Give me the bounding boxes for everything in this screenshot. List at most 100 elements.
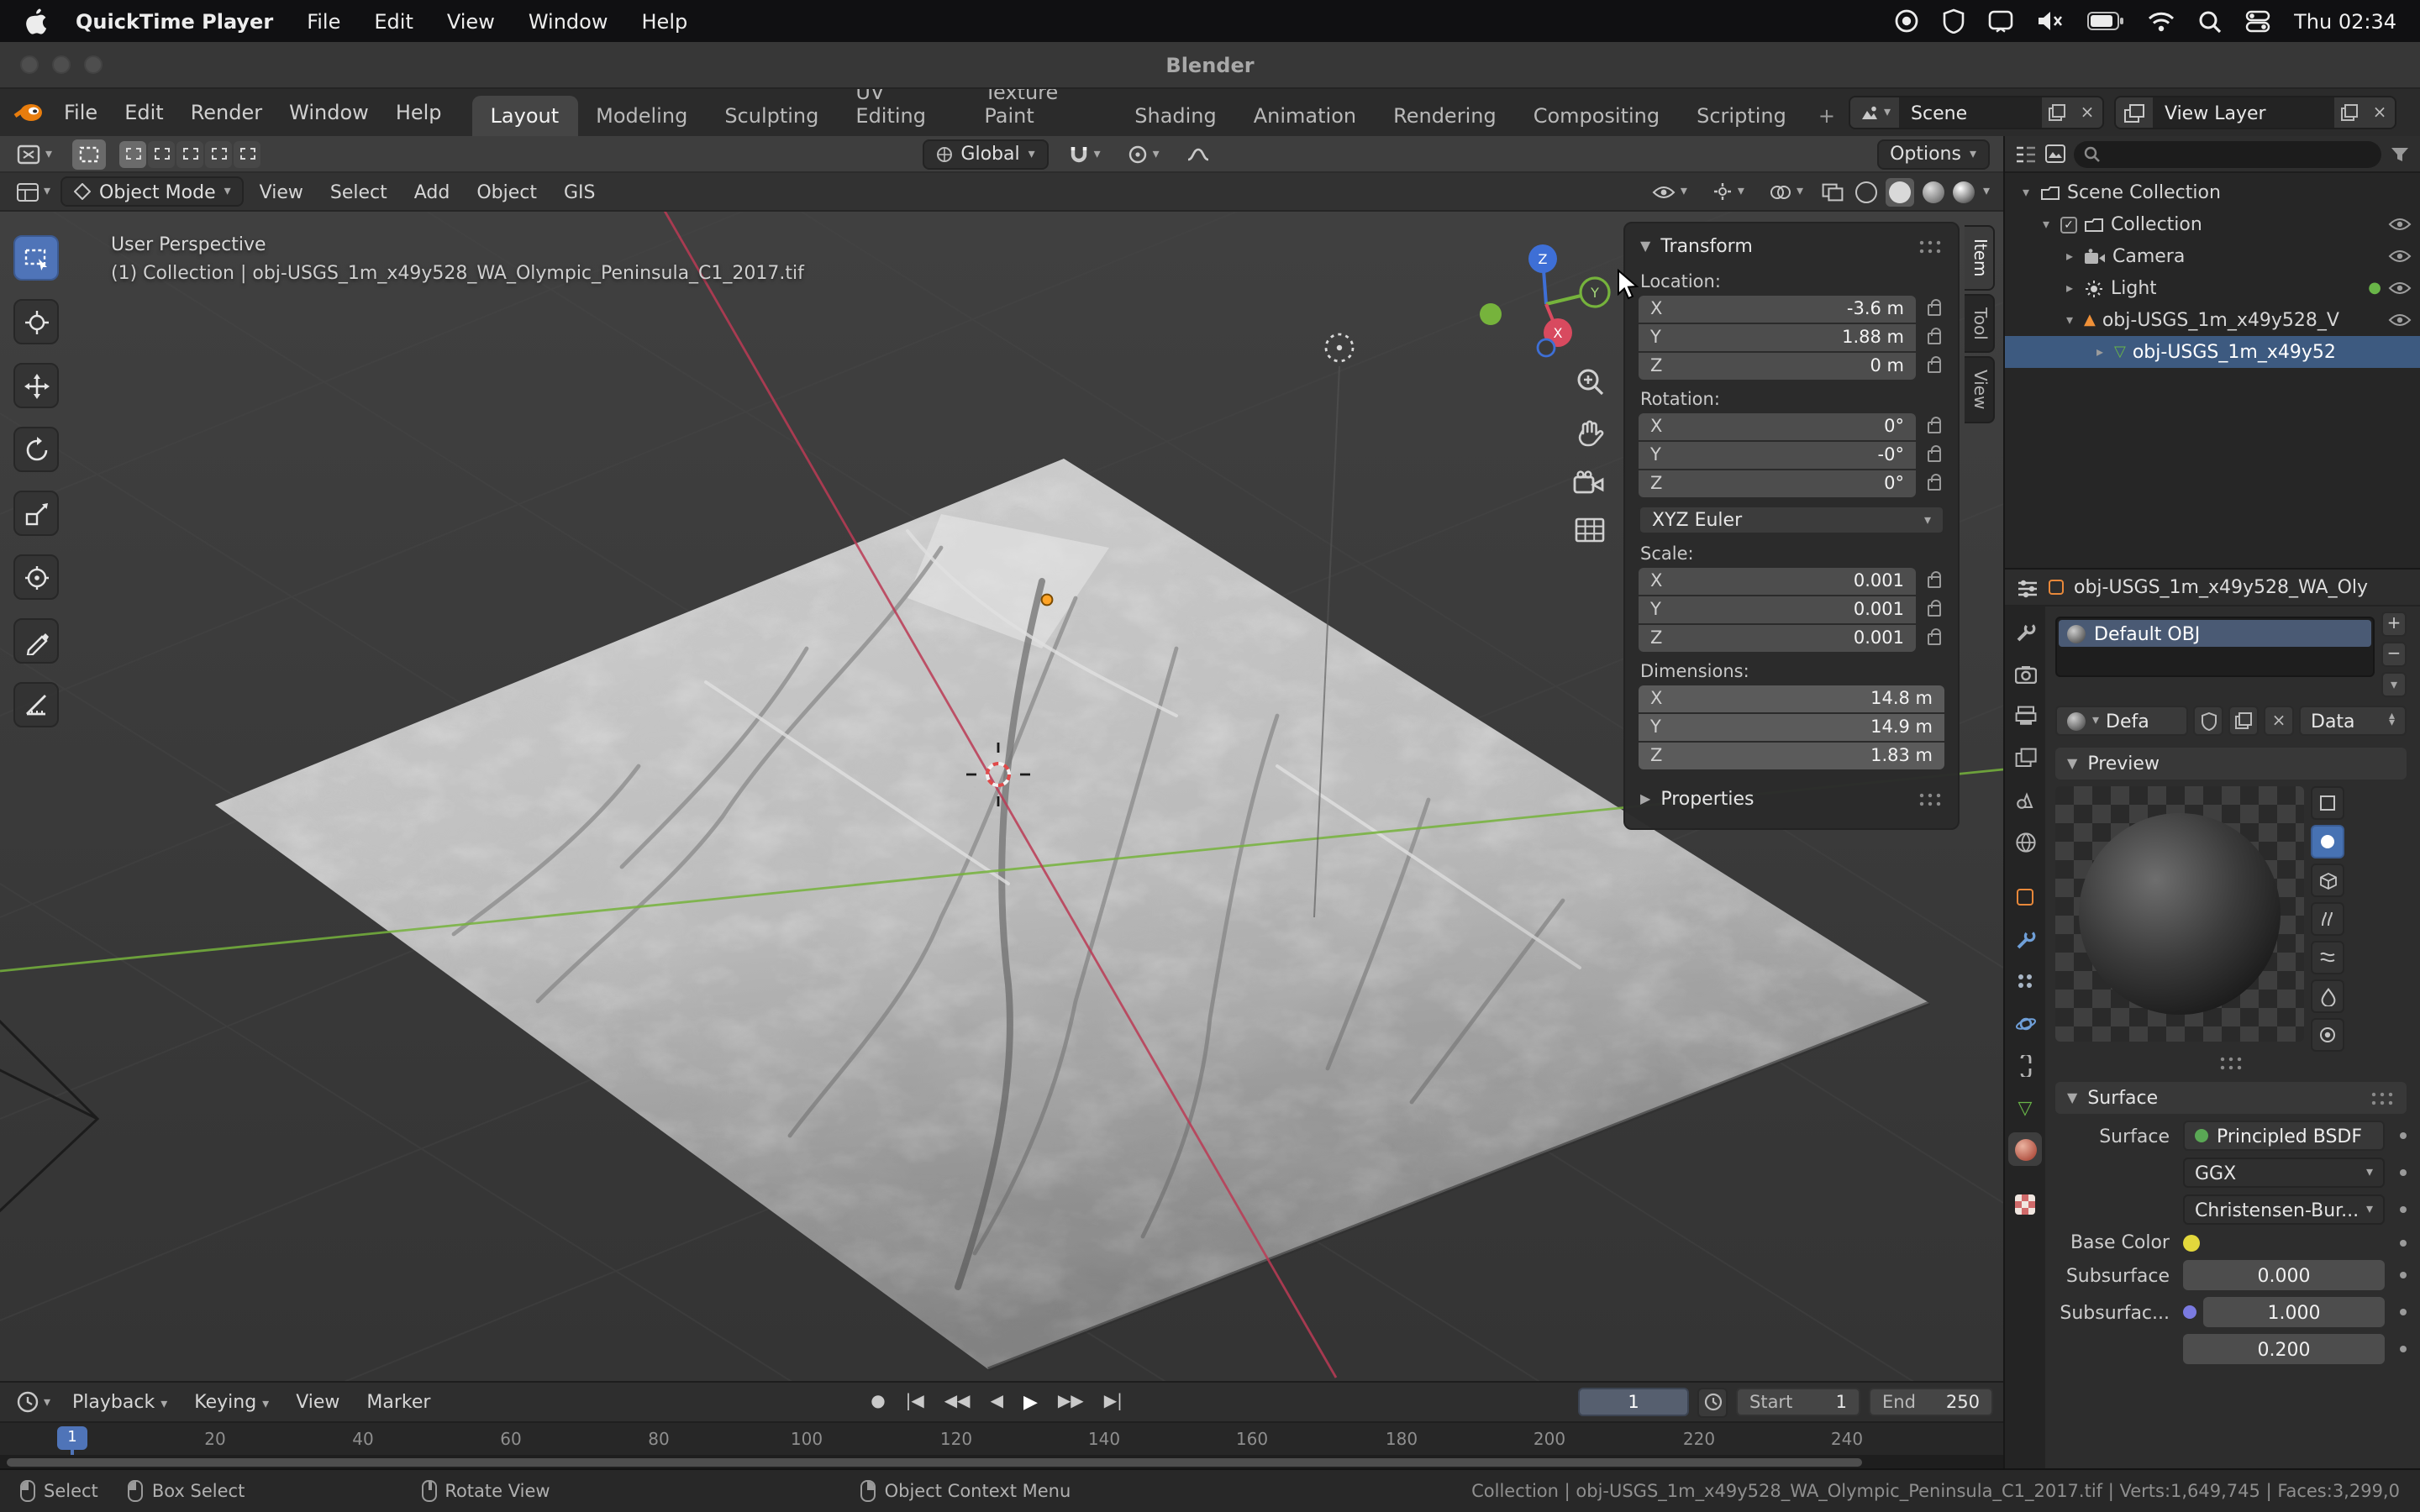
transform-tool[interactable] bbox=[13, 554, 59, 600]
browse-material-button[interactable]: ▾ Defa bbox=[2055, 706, 2188, 736]
new-material-copy-icon[interactable] bbox=[2228, 706, 2259, 736]
select-mode-invert[interactable] bbox=[205, 140, 232, 167]
timeline-ruler[interactable]: 1 20 40 60 80 100 120 140 160 180 200 22… bbox=[0, 1421, 2003, 1455]
hide-mesh-eye-icon[interactable] bbox=[2388, 312, 2412, 328]
end-frame-field[interactable]: End250 bbox=[1869, 1388, 1993, 1416]
surface-shader-button[interactable]: Principled BSDF bbox=[2183, 1121, 2385, 1151]
keyframe-dot[interactable] bbox=[2400, 1272, 2407, 1278]
viewport-3d[interactable]: User Perspective (1) Collection | obj-US… bbox=[0, 212, 2003, 1381]
move-tool[interactable] bbox=[13, 363, 59, 408]
lock-location-y-icon[interactable] bbox=[1928, 332, 1941, 344]
rotation-z-field[interactable]: Z0° bbox=[1639, 470, 1916, 497]
lock-scale-x-icon[interactable] bbox=[1928, 575, 1941, 587]
menubar-edit[interactable]: Edit bbox=[357, 9, 430, 33]
prev-keyframe-button[interactable]: ◀◀ bbox=[944, 1393, 971, 1411]
timeline-scrollbar-thumb[interactable] bbox=[7, 1457, 1862, 1466]
menubar-view[interactable]: View bbox=[430, 9, 512, 33]
hide-collection-eye-icon[interactable] bbox=[2388, 217, 2412, 232]
rotation-mode-dropdown[interactable]: XYZ Euler▾ bbox=[1639, 506, 1944, 534]
preview-cube-button[interactable] bbox=[2311, 864, 2344, 897]
tab-render-properties[interactable] bbox=[2008, 657, 2042, 690]
properties-editor-type-button[interactable] bbox=[2017, 577, 2039, 597]
remove-view-layer-button[interactable]: × bbox=[2365, 97, 2395, 128]
shading-material-button[interactable] bbox=[1923, 181, 1944, 202]
panel-drag-handle-2[interactable] bbox=[1918, 791, 1943, 806]
pan-hand-icon[interactable] bbox=[1574, 418, 1604, 449]
outliner-row-scene-collection[interactable]: ▾ Scene Collection bbox=[2005, 176, 2420, 208]
tab-material-properties[interactable] bbox=[2008, 1132, 2042, 1166]
keyframe-dot[interactable] bbox=[2400, 1346, 2407, 1352]
select-menu[interactable]: Select bbox=[318, 177, 399, 206]
location-z-field[interactable]: Z0 m bbox=[1639, 353, 1916, 380]
add-workspace-button[interactable]: + bbox=[1805, 96, 1849, 136]
object-origin-dot[interactable] bbox=[1042, 595, 1053, 606]
subsurface-extra-field[interactable]: 0.200 bbox=[2183, 1334, 2385, 1364]
gizmos-dropdown[interactable]: ▾ bbox=[1706, 176, 1751, 207]
record-button[interactable]: ● bbox=[871, 1393, 885, 1411]
shading-rendered-button[interactable] bbox=[1953, 181, 1975, 202]
scale-y-field[interactable]: Y0.001 bbox=[1639, 596, 1916, 623]
spotlight-icon[interactable] bbox=[2198, 8, 2222, 34]
outliner-display-mode-button[interactable] bbox=[2045, 144, 2065, 163]
keying-menu[interactable]: Keying ▾ bbox=[182, 1388, 281, 1416]
add-menu[interactable]: Add bbox=[402, 177, 462, 206]
overlays-dropdown[interactable]: ▾ bbox=[1763, 176, 1810, 207]
rotation-x-field[interactable]: X0° bbox=[1639, 413, 1916, 440]
playhead[interactable]: 1 bbox=[57, 1426, 87, 1450]
tab-particle-properties[interactable] bbox=[2008, 964, 2042, 998]
camera-view-icon[interactable] bbox=[1573, 470, 1605, 496]
options-dropdown[interactable]: Options ▾ bbox=[1876, 139, 1990, 169]
dimensions-y-field[interactable]: Y14.9 m bbox=[1639, 714, 1944, 741]
unlink-material-button[interactable]: × bbox=[2264, 706, 2294, 736]
tab-output-properties[interactable] bbox=[2008, 699, 2042, 732]
control-center-icon[interactable] bbox=[2245, 8, 2270, 34]
n-panel-tab-view[interactable]: View bbox=[1965, 356, 1995, 423]
measure-tool[interactable] bbox=[13, 682, 59, 727]
delete-scene-button[interactable]: × bbox=[2072, 97, 2102, 128]
dimensions-z-field[interactable]: Z1.83 m bbox=[1639, 743, 1944, 769]
keyframe-dot[interactable] bbox=[2400, 1309, 2407, 1315]
outliner-row-collection[interactable]: ▾ ✓ Collection bbox=[2005, 208, 2420, 240]
preview-flat-button[interactable] bbox=[2311, 786, 2344, 820]
browse-view-layer-button[interactable] bbox=[2116, 97, 2153, 128]
topbar-edit-menu[interactable]: Edit bbox=[111, 96, 177, 129]
proportional-edit-toggle[interactable]: ▾ bbox=[1121, 139, 1166, 169]
viewport-editor-type-button[interactable]: ▾ bbox=[10, 176, 57, 207]
preview-section-header[interactable]: ▼ Preview bbox=[2055, 748, 2407, 780]
editor-type-button[interactable]: ▾ bbox=[10, 139, 59, 169]
start-frame-field[interactable]: Start1 bbox=[1736, 1388, 1860, 1416]
n-panel-tab-tool[interactable]: Tool bbox=[1965, 294, 1995, 354]
preview-shaderball-button[interactable] bbox=[2311, 1018, 2344, 1052]
xray-toggle[interactable] bbox=[1822, 182, 1844, 201]
workspace-tab-modeling[interactable]: Modeling bbox=[577, 96, 706, 136]
lock-rotation-x-icon[interactable] bbox=[1928, 421, 1941, 433]
fake-user-shield-icon[interactable] bbox=[2193, 706, 2223, 736]
tab-world-properties[interactable] bbox=[2008, 825, 2042, 858]
rotation-y-field[interactable]: Y-0° bbox=[1639, 442, 1916, 469]
topbar-window-menu[interactable]: Window bbox=[276, 96, 382, 129]
preview-fluid-button[interactable] bbox=[2311, 979, 2344, 1013]
minimize-window-button[interactable] bbox=[52, 55, 71, 74]
next-keyframe-button[interactable]: ▶▶ bbox=[1058, 1393, 1084, 1411]
new-scene-button[interactable] bbox=[2042, 97, 2072, 128]
outliner-row-mesh-object[interactable]: ▾ ▲ obj-USGS_1m_x49y528_V bbox=[2005, 304, 2420, 336]
rotate-tool[interactable] bbox=[13, 427, 59, 472]
menubar-clock[interactable]: Thu 02:34 bbox=[2294, 9, 2396, 33]
keyframe-dot[interactable] bbox=[2400, 1239, 2407, 1246]
outliner-search-input[interactable] bbox=[2074, 140, 2381, 167]
intercom-icon[interactable] bbox=[1988, 8, 2013, 34]
workspace-tab-scripting[interactable]: Scripting bbox=[1678, 96, 1805, 136]
tab-constraint-properties[interactable] bbox=[2008, 1048, 2042, 1082]
marker-menu[interactable]: Marker bbox=[355, 1388, 442, 1416]
keyframe-dot[interactable] bbox=[2400, 1132, 2407, 1139]
preview-sphere-button[interactable] bbox=[2311, 825, 2344, 858]
navigation-gizmo[interactable]: Z Y X bbox=[1479, 237, 1613, 371]
n-panel-tab-item[interactable]: Item bbox=[1965, 225, 1995, 291]
hide-light-eye-icon[interactable] bbox=[2388, 281, 2412, 296]
playback-menu[interactable]: Playback ▾ bbox=[60, 1388, 179, 1416]
slot-specials-button[interactable]: ▾ bbox=[2381, 672, 2407, 697]
lock-scale-z-icon[interactable] bbox=[1928, 633, 1941, 644]
proportional-falloff-icon[interactable] bbox=[1180, 139, 1217, 169]
scale-tool[interactable] bbox=[13, 491, 59, 536]
gizmo-y-neg-axis[interactable] bbox=[1480, 303, 1502, 325]
